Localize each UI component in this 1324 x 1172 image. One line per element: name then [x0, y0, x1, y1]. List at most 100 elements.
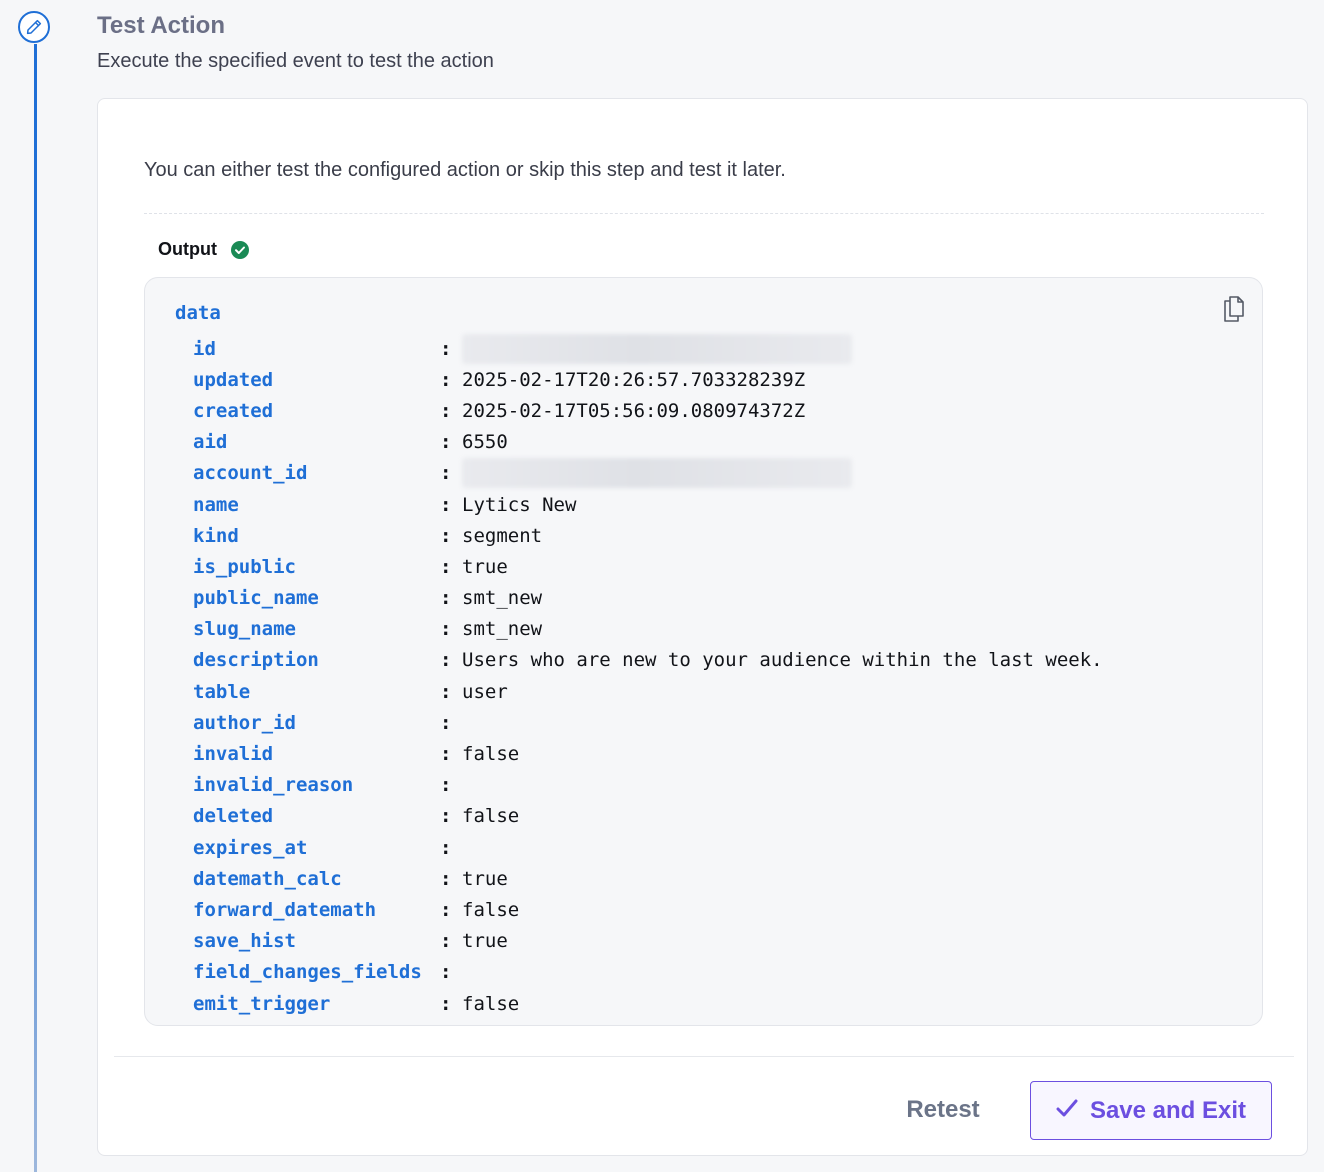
output-value: user — [462, 680, 508, 703]
output-key: deleted — [193, 805, 274, 828]
output-row: author_id: — [193, 707, 1103, 738]
output-separator: : — [440, 618, 452, 641]
output-value: false — [462, 805, 520, 828]
test-action-card: You can either test the configured actio… — [97, 98, 1308, 1156]
output-label: Output — [158, 239, 217, 259]
step-timeline — [34, 44, 37, 1172]
success-check-icon — [230, 240, 249, 259]
output-separator: : — [440, 368, 452, 391]
output-key: aid — [193, 431, 228, 454]
output-separator: : — [440, 805, 452, 828]
output-value: false — [462, 1024, 519, 1025]
output-row: table: user — [193, 676, 1103, 707]
output-key: created — [193, 399, 274, 422]
output-separator: : — [440, 587, 452, 610]
redacted-value — [462, 333, 852, 364]
output-value: Users who are new to your audience withi… — [462, 649, 1103, 672]
output-row: account_id: — [193, 458, 1103, 489]
output-row: schedule_exit:false — [193, 1019, 1103, 1025]
output-rows: id: updated:2025-02-17T20:26:57.703328239… — [193, 333, 1103, 1025]
output-value: segment — [462, 524, 543, 547]
output-row: is_public: true — [193, 551, 1103, 582]
output-value: true — [462, 930, 508, 953]
output-separator: : — [440, 930, 452, 953]
output-key: id — [193, 337, 216, 360]
save-and-exit-label: Save and Exit — [1089, 1096, 1247, 1124]
redacted-value — [462, 458, 852, 489]
output-key: updated — [193, 368, 274, 391]
output-value: Lytics New — [462, 493, 577, 516]
output-key: datemath_calc — [193, 867, 342, 890]
output-separator: : — [440, 836, 452, 859]
output-key: account_id — [193, 462, 308, 485]
output-row: expires_at: — [193, 832, 1103, 863]
output-row: invalid_reason: — [193, 770, 1103, 801]
output-value: 2025-02-17T05:56:09.080974372Z — [462, 399, 806, 422]
output-key: table — [193, 680, 251, 703]
output-separator: : — [440, 774, 452, 797]
output-separator: : — [440, 1024, 462, 1025]
output-row: id: — [193, 333, 1103, 364]
step-pencil-icon — [18, 11, 50, 43]
copy-icon[interactable] — [1220, 294, 1248, 324]
output-key: forward_datemath — [193, 898, 377, 921]
output-separator: : — [440, 649, 452, 672]
output-root-key: data — [175, 302, 221, 324]
output-row: invalid: false — [193, 738, 1103, 769]
output-row: emit_trigger: false — [193, 988, 1103, 1019]
output-key: invalid — [193, 743, 274, 766]
output-value: smt_new — [462, 587, 543, 610]
checkmark-icon — [1056, 1097, 1078, 1125]
output-header: Output — [158, 239, 249, 260]
output-value: true — [462, 867, 508, 890]
output-row: aid:6550 — [193, 427, 1103, 458]
output-value: 6550 — [462, 431, 508, 454]
output-separator: : — [440, 493, 452, 516]
output-key: slug_name — [193, 618, 296, 641]
output-key: emit_trigger — [193, 992, 331, 1015]
output-row: kind: segment — [193, 520, 1103, 551]
output-separator: : — [440, 462, 452, 485]
output-separator: : — [440, 961, 452, 984]
output-row: deleted: false — [193, 801, 1103, 832]
output-key: save_hist — [193, 930, 296, 953]
divider — [144, 213, 1264, 214]
output-separator: : — [440, 680, 452, 703]
output-value: false — [462, 743, 520, 766]
output-key: expires_at — [193, 836, 308, 859]
step-subtitle: Execute the specified event to test the … — [97, 50, 494, 72]
retest-button[interactable]: Retest — [888, 1081, 998, 1139]
output-separator: : — [440, 431, 452, 454]
output-value: false — [462, 992, 520, 1015]
output-separator: : — [440, 337, 452, 360]
output-code-block[interactable]: data id: updated:2025-02-17T20:26:57.7033… — [144, 277, 1263, 1026]
output-key: name — [193, 493, 239, 516]
output-row: forward_datemath: false — [193, 894, 1103, 925]
output-value: false — [462, 898, 520, 921]
output-row: slug_name: smt_new — [193, 614, 1103, 645]
output-row: updated:2025-02-17T20:26:57.703328239Z — [193, 364, 1103, 395]
output-row: created:2025-02-17T05:56:09.080974372Z — [193, 395, 1103, 426]
card-intro-text: You can either test the configured actio… — [144, 159, 786, 181]
output-row: public_name: smt_new — [193, 583, 1103, 614]
output-key: description — [193, 649, 319, 672]
footer-divider — [114, 1056, 1294, 1057]
output-row: description: Users who are new to your au… — [193, 645, 1103, 676]
output-separator: : — [440, 743, 452, 766]
output-key: public_name — [193, 587, 319, 610]
output-row: name: Lytics New — [193, 489, 1103, 520]
output-separator: : — [440, 555, 452, 578]
output-value: 2025-02-17T20:26:57.703328239Z — [462, 368, 806, 391]
output-separator: : — [440, 524, 452, 547]
save-and-exit-button[interactable]: Save and Exit — [1030, 1081, 1272, 1140]
output-value: smt_new — [462, 618, 543, 641]
output-row: field_changes_fields: — [193, 957, 1103, 988]
output-separator: : — [440, 399, 452, 422]
output-key: is_public — [193, 555, 296, 578]
output-row: save_hist: true — [193, 926, 1103, 957]
output-key: kind — [193, 524, 239, 547]
output-separator: : — [440, 992, 452, 1015]
output-row: datemath_calc: true — [193, 863, 1103, 894]
output-key: author_id — [193, 711, 296, 734]
output-separator: : — [440, 867, 452, 890]
